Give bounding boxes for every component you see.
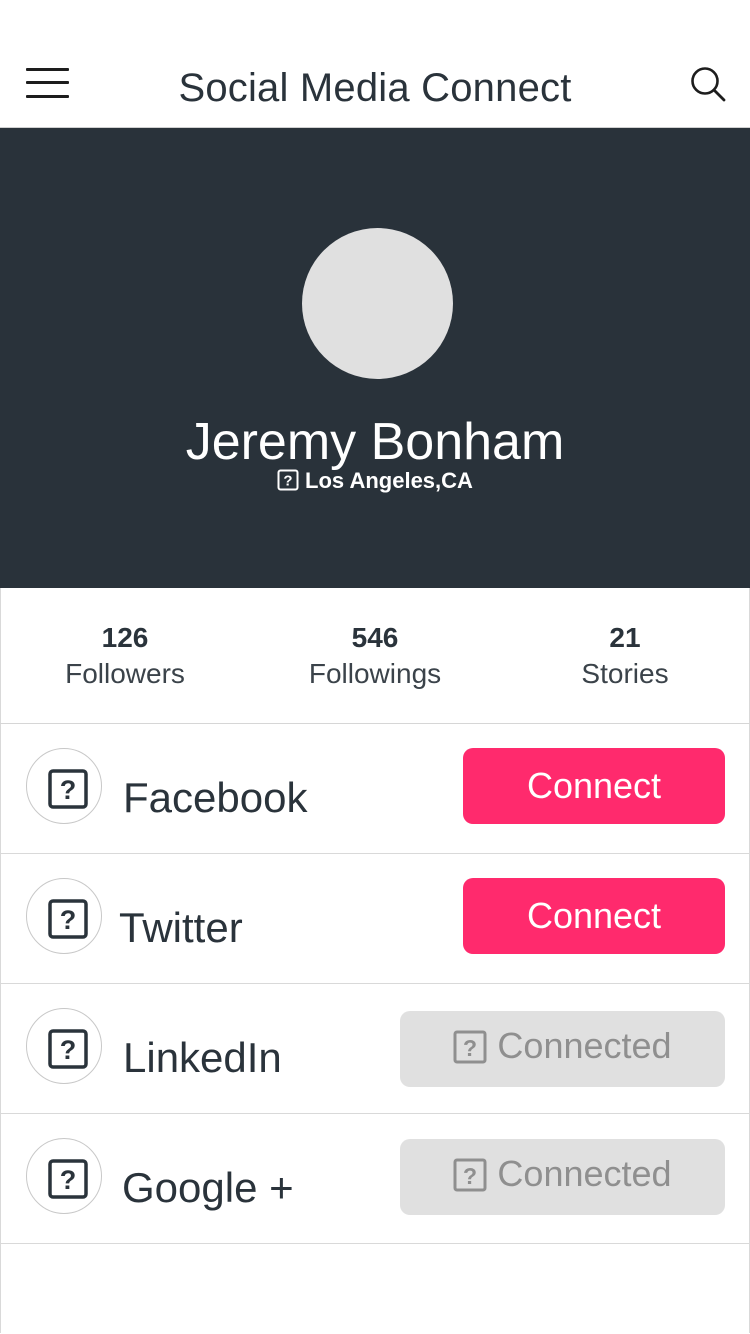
svg-text:?: ? xyxy=(60,905,77,935)
network-name: Facebook xyxy=(123,774,308,821)
svg-text:?: ? xyxy=(60,1165,77,1195)
stat-label: Stories xyxy=(581,658,669,689)
connected-label: Connected xyxy=(497,1153,672,1194)
facebook-icon: ? xyxy=(26,748,102,824)
stat-followings[interactable]: 546 Followings xyxy=(250,622,500,690)
twitter-icon: ? xyxy=(26,878,102,954)
connected-label: Connected xyxy=(497,1025,672,1066)
twitter-connect-button[interactable]: Connect xyxy=(463,878,725,954)
stat-value: 546 xyxy=(351,622,399,653)
facebook-connect-button[interactable]: Connect xyxy=(463,748,725,824)
stat-value: 21 xyxy=(609,622,641,653)
network-name: Twitter xyxy=(119,904,243,951)
profile-name: Jeremy Bonham xyxy=(185,413,565,471)
network-row-facebook: ? Facebook Connect xyxy=(0,724,750,854)
placeholder-icon: ? xyxy=(277,469,299,497)
search-icon[interactable] xyxy=(688,64,728,104)
network-row-google-plus: ? Google + ? Connected xyxy=(0,1114,750,1244)
profile-hero: Jeremy Bonham ? Los Angeles,CA xyxy=(0,128,750,588)
location-text: Los Angeles,CA xyxy=(305,468,473,493)
network-row-linkedin: ? LinkedIn ? Connected xyxy=(0,984,750,1114)
svg-text:?: ? xyxy=(60,775,77,805)
svg-text:?: ? xyxy=(463,1163,477,1189)
svg-text:?: ? xyxy=(463,1035,477,1061)
linkedin-icon: ? xyxy=(26,1008,102,1084)
page-title: Social Media Connect xyxy=(178,66,572,110)
network-name: Google + xyxy=(122,1164,294,1211)
linkedin-connected-button[interactable]: ? Connected xyxy=(400,1011,725,1087)
stat-value: 126 xyxy=(101,622,149,653)
check-placeholder-icon: ? xyxy=(453,1158,487,1201)
profile-location: ? Los Angeles,CA xyxy=(0,468,750,497)
network-row-twitter: ? Twitter Connect xyxy=(0,854,750,984)
app-header: Social Media Connect xyxy=(0,0,750,128)
google-plus-icon: ? xyxy=(26,1138,102,1214)
google-plus-connected-button[interactable]: ? Connected xyxy=(400,1139,725,1215)
stat-label: Followers xyxy=(65,658,185,689)
stat-stories[interactable]: 21 Stories xyxy=(500,622,750,690)
network-name: LinkedIn xyxy=(123,1034,282,1081)
avatar[interactable] xyxy=(302,228,453,379)
stat-followers[interactable]: 126 Followers xyxy=(0,622,250,690)
stat-label: Followings xyxy=(308,658,442,689)
stats-bar: 126 Followers 546 Followings 21 Stories xyxy=(0,588,750,724)
svg-text:?: ? xyxy=(283,473,292,490)
check-placeholder-icon: ? xyxy=(453,1030,487,1073)
svg-text:?: ? xyxy=(60,1035,77,1065)
